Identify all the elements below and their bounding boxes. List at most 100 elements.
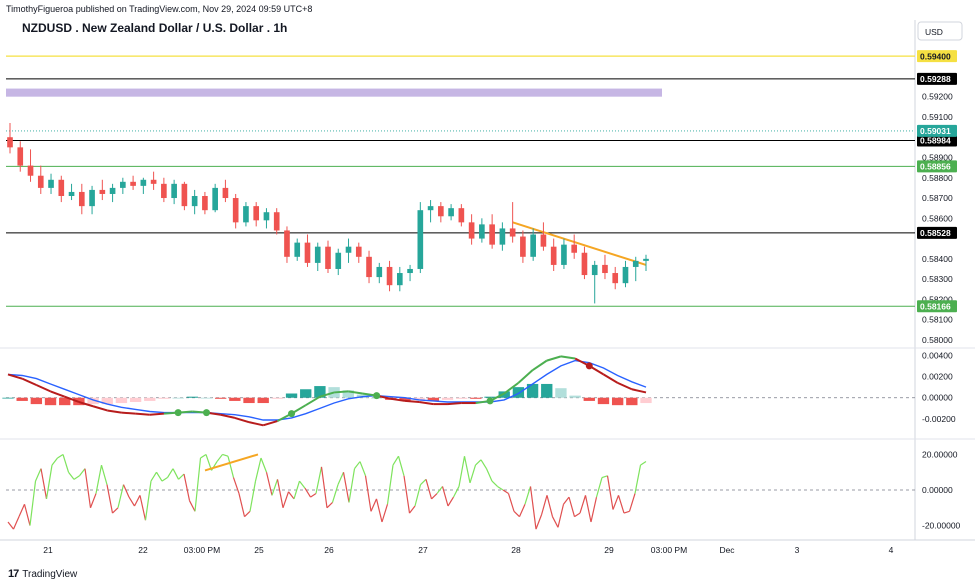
rsi-segment bbox=[420, 478, 427, 486]
candle bbox=[263, 212, 270, 221]
rsi-segment bbox=[84, 468, 92, 508]
rsi-segment bbox=[447, 496, 455, 507]
candle bbox=[130, 181, 136, 186]
candle bbox=[222, 187, 229, 199]
macd-line-segment bbox=[532, 359, 548, 371]
price-tick: 0.58100 bbox=[922, 315, 953, 325]
rsi-segment bbox=[475, 459, 482, 466]
candle bbox=[140, 179, 147, 186]
currency-label: USD bbox=[925, 27, 943, 37]
candles bbox=[7, 123, 649, 304]
rsi-segment bbox=[590, 496, 598, 523]
candle bbox=[304, 242, 311, 263]
macd-histogram-bar bbox=[611, 397, 624, 406]
rsi-segment bbox=[304, 487, 312, 498]
candle bbox=[150, 179, 157, 184]
time-tick: 21 bbox=[43, 545, 53, 555]
rsi-segment bbox=[640, 461, 647, 466]
macd-tick: 0.00000 bbox=[922, 393, 953, 403]
candle bbox=[520, 236, 526, 257]
rsi-segment bbox=[18, 503, 26, 517]
rsi-tick: -20.00000 bbox=[922, 521, 961, 531]
badge-0.59288: 0.59288 bbox=[920, 74, 951, 84]
rsi-segment bbox=[155, 471, 163, 482]
macd-histogram-bar bbox=[597, 397, 610, 405]
rsi-segment bbox=[100, 464, 108, 485]
time-tick: 25 bbox=[254, 545, 264, 555]
rsi-segment bbox=[161, 477, 168, 482]
candle bbox=[417, 210, 424, 269]
rsi-segment bbox=[513, 510, 520, 518]
badge-0.58856: 0.58856 bbox=[920, 162, 951, 172]
macd-line-segment bbox=[631, 388, 647, 394]
macd-histogram-bar bbox=[229, 397, 241, 401]
rsi-segment bbox=[535, 514, 543, 530]
candle bbox=[643, 258, 649, 261]
badge-0.58984: 0.58984 bbox=[920, 136, 951, 146]
rsi-segment bbox=[144, 481, 152, 521]
time-tick: 28 bbox=[511, 545, 521, 555]
macd-tick: -0.00200 bbox=[922, 414, 956, 424]
rsi-segment bbox=[563, 496, 570, 505]
rsi-segment bbox=[491, 480, 498, 487]
macd-histogram-bar bbox=[626, 397, 638, 406]
rsi-segment bbox=[359, 461, 367, 476]
price-tick: 0.58700 bbox=[922, 193, 953, 203]
time-tick: Dec bbox=[719, 545, 735, 555]
rsi-segment bbox=[12, 516, 20, 530]
macd-histogram-bar bbox=[541, 383, 553, 398]
candle bbox=[181, 183, 188, 207]
rsi-segment bbox=[200, 453, 207, 459]
rsi-segment bbox=[584, 495, 592, 523]
macd-tick: 0.00400 bbox=[922, 350, 953, 360]
candle bbox=[468, 222, 475, 239]
rsi-segment bbox=[414, 484, 422, 507]
macd-line-segment bbox=[107, 409, 122, 414]
rsi-segment bbox=[579, 495, 587, 514]
badge-last-price: 0.59031 bbox=[920, 126, 951, 136]
candle bbox=[591, 264, 598, 276]
rsi-panel bbox=[6, 453, 915, 530]
candle bbox=[632, 260, 639, 267]
macd-line-segment bbox=[419, 400, 434, 406]
rsi-segment bbox=[265, 472, 273, 496]
rsi-segment bbox=[364, 475, 372, 512]
macd-histogram-bar bbox=[243, 397, 255, 404]
macd-histogram-bar bbox=[144, 397, 156, 401]
rsi-segment bbox=[45, 465, 53, 499]
rsi-segment bbox=[139, 495, 147, 521]
macd-line-segment bbox=[35, 384, 51, 393]
macd-axis: 0.00400 0.00200 0.00000 -0.00200 bbox=[922, 350, 956, 424]
candle bbox=[253, 206, 260, 221]
candle bbox=[232, 198, 239, 223]
candle bbox=[438, 206, 444, 217]
rsi-segment bbox=[178, 473, 185, 480]
rsi-segment bbox=[431, 493, 438, 500]
rsi-segment bbox=[354, 461, 361, 470]
candle bbox=[571, 244, 578, 253]
candle bbox=[314, 246, 321, 263]
macd-line-segment bbox=[149, 412, 165, 416]
rsi-segment bbox=[320, 466, 328, 508]
rsi-segment bbox=[518, 503, 526, 517]
time-tick: 03:00 PM bbox=[184, 545, 220, 555]
rsi-segment bbox=[106, 484, 114, 514]
rsi-segment bbox=[381, 504, 389, 523]
tradingview-brand[interactable]: 17 TradingView bbox=[8, 568, 77, 580]
rsi-segment bbox=[7, 521, 14, 530]
macd-cross-dot bbox=[288, 410, 296, 418]
rsi-segment bbox=[282, 491, 290, 508]
candle bbox=[530, 234, 536, 257]
rsi-segment bbox=[238, 493, 246, 517]
price-tick: 0.58300 bbox=[922, 274, 953, 284]
rsi-segment bbox=[612, 495, 620, 510]
currency-box[interactable]: USD bbox=[917, 21, 963, 41]
macd-histogram-bar bbox=[470, 397, 482, 399]
macd-histogram-bar bbox=[569, 395, 581, 398]
candle bbox=[7, 137, 13, 148]
rsi-segment bbox=[375, 498, 383, 523]
rsi-segment bbox=[326, 502, 333, 509]
rsi-segment bbox=[315, 466, 323, 494]
rsi-segment bbox=[540, 495, 548, 516]
rsi-segment bbox=[271, 479, 279, 496]
